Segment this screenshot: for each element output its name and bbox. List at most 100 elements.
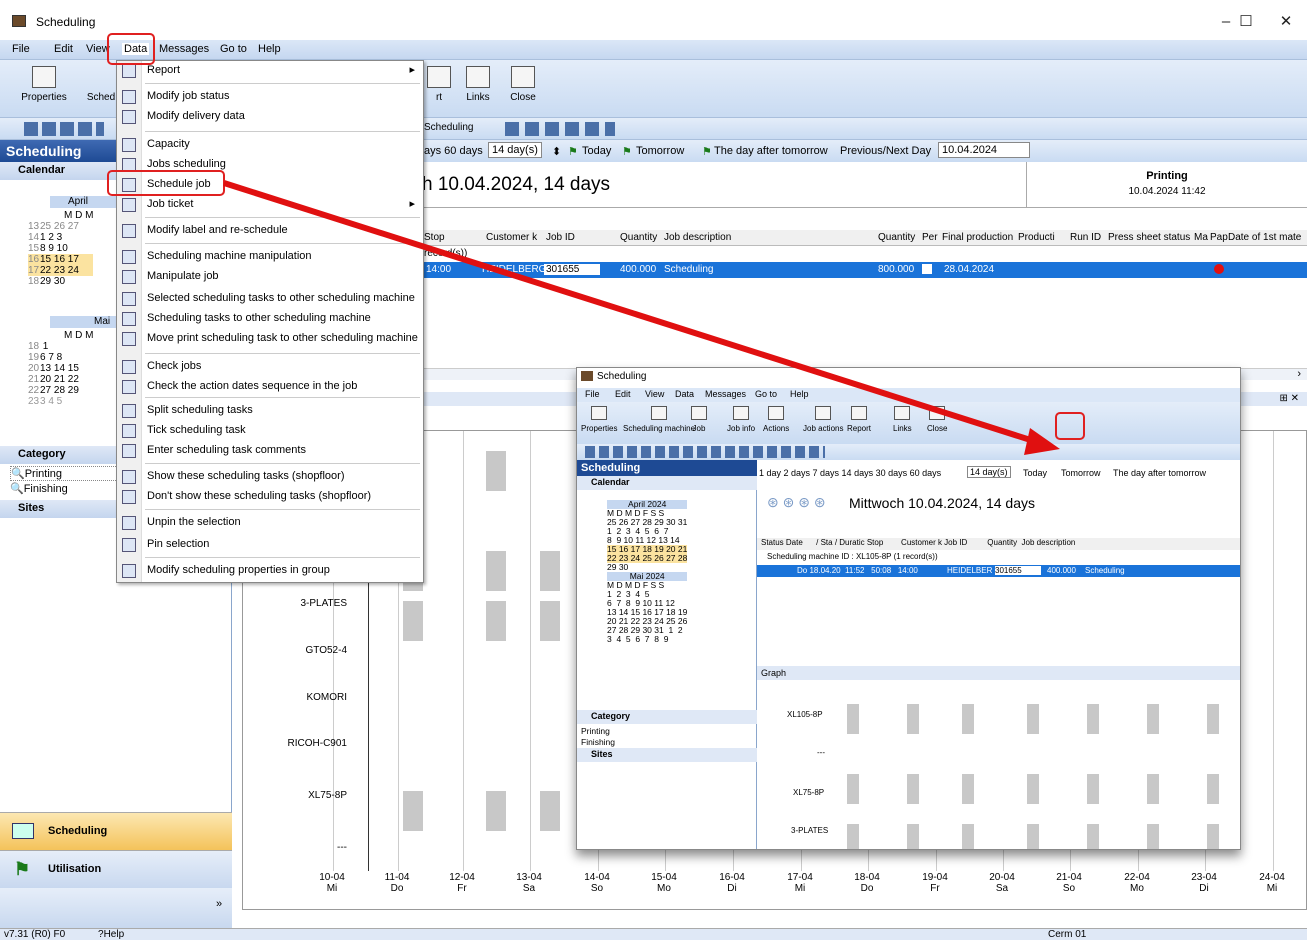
today-button[interactable]: Today xyxy=(582,145,611,157)
tomorrow-button[interactable]: Tomorrow xyxy=(636,145,684,157)
date-label: 17-04 Mi xyxy=(787,872,813,894)
tick-icon xyxy=(122,424,136,438)
menu-messages[interactable]: Messages xyxy=(159,43,209,55)
window-title: Scheduling xyxy=(36,15,96,29)
menu-help[interactable]: Help xyxy=(258,43,281,55)
nav-more[interactable]: » xyxy=(0,888,232,928)
menu-item[interactable]: Tick scheduling task xyxy=(117,421,423,441)
menu-item[interactable]: Scheduling tasks to other scheduling mac… xyxy=(117,309,423,329)
nav-scheduling[interactable]: Scheduling xyxy=(0,812,232,850)
status-dot-icon xyxy=(1214,264,1224,274)
links-button[interactable]: Links xyxy=(458,66,498,114)
report-button[interactable]: rt xyxy=(424,66,454,114)
menu-item[interactable]: Scheduling machine manipulation xyxy=(117,247,423,267)
date-label: 19-04 Fr xyxy=(922,872,948,894)
date-label: 23-04 Di xyxy=(1191,872,1217,894)
range-select[interactable]: 14 day(s) xyxy=(488,142,542,158)
menu-item[interactable]: Manipulate job xyxy=(117,267,423,287)
date-label: 16-04 Di xyxy=(719,872,745,894)
report-icon xyxy=(122,64,136,78)
date-label: 15-04 Mo xyxy=(651,872,677,894)
menu-item[interactable]: Modify label and re-schedule xyxy=(117,221,423,241)
checkbox[interactable] xyxy=(922,264,932,274)
menu-item[interactable]: Check the action dates sequence in the j… xyxy=(117,377,423,397)
check-icon xyxy=(122,360,136,374)
menu-item[interactable]: Don't show these scheduling tasks (shopf… xyxy=(117,487,423,507)
category-finishing[interactable]: 🔍Finishing xyxy=(10,482,68,495)
mai-calendar[interactable]: M D M 18 1 196 7 8 2013 14 15 2120 21 22… xyxy=(28,330,93,407)
machine-label: XL75-8P xyxy=(308,790,347,801)
machine-label: RICOH-C901 xyxy=(287,738,347,749)
delivery-icon xyxy=(122,110,136,124)
capacity-icon xyxy=(122,138,136,152)
machine-label: --- xyxy=(337,842,347,853)
category-printing[interactable]: 🔍Printing xyxy=(10,466,120,481)
menu-item[interactable]: Report ▸ xyxy=(117,61,423,81)
menu-item[interactable]: Modify delivery data xyxy=(117,107,423,127)
menu-item[interactable]: Capacity xyxy=(117,135,423,155)
menu-item[interactable]: Enter scheduling task comments xyxy=(117,441,423,461)
show-icon xyxy=(122,470,136,484)
day-after-button[interactable]: The day after tomorrow xyxy=(714,145,828,157)
title-bar: Scheduling – ☐ ✕ xyxy=(0,0,1307,40)
scheduling-dropdown[interactable]: Scheduling xyxy=(424,122,473,133)
date-label: 14-04 So xyxy=(584,872,610,894)
machine-label: KOMORI xyxy=(306,692,347,703)
ticket-icon xyxy=(122,198,136,212)
april-header[interactable]: April xyxy=(50,196,120,208)
scheduling-machine-button[interactable]: Sched xyxy=(86,66,116,114)
pin-icon xyxy=(122,538,136,552)
close-icon xyxy=(511,66,535,88)
manip-icon xyxy=(122,270,136,284)
sequence-icon xyxy=(122,380,136,394)
menu-item[interactable]: Pin selection xyxy=(117,535,423,555)
toolbar-icons[interactable] xyxy=(24,122,104,136)
report-icon xyxy=(427,66,451,88)
date-label: 20-04 Sa xyxy=(989,872,1015,894)
april-calendar[interactable]: M D M 1325 26 27 141 2 3 158 9 10 1615 1… xyxy=(28,210,94,287)
data-menu-dropdown: Report ▸ Modify job status Modify delivery … xyxy=(116,60,424,583)
hide-icon xyxy=(122,490,136,504)
date-label: 18-04 Do xyxy=(854,872,880,894)
help-link[interactable]: ?Help xyxy=(98,929,124,940)
menu-item[interactable]: Unpin the selection xyxy=(117,513,423,533)
close-toolbar-button[interactable]: Close xyxy=(503,66,543,114)
machine-label: GTO52-4 xyxy=(305,645,348,656)
menu-bar: File Edit View Data Messages Go to Help xyxy=(0,40,1307,60)
menu-item[interactable]: Job ticket ▸ xyxy=(117,195,423,215)
properties-button[interactable]: Properties xyxy=(14,66,74,114)
menu-edit[interactable]: Edit xyxy=(54,43,73,55)
unpin-icon xyxy=(122,516,136,530)
menu-item[interactable]: Move print scheduling task to other sche… xyxy=(117,329,423,349)
date-label: 11-04 Do xyxy=(384,872,410,894)
menu-item[interactable]: Modify scheduling properties in group xyxy=(117,561,423,581)
scheduling-icon xyxy=(12,823,34,839)
date-label: 21-04 So xyxy=(1056,872,1082,894)
maximize-button[interactable]: ☐ xyxy=(1226,8,1266,36)
menu-item[interactable]: Selected scheduling tasks to other sched… xyxy=(117,289,423,309)
menu-item[interactable]: Modify job status xyxy=(117,87,423,107)
date-label: 12-04 Fr xyxy=(449,872,475,894)
menu-goto[interactable]: Go to xyxy=(220,43,247,55)
mai-header[interactable]: Mai xyxy=(50,316,120,328)
date-label: 13-04 Sa xyxy=(516,872,542,894)
date-input[interactable]: 10.04.2024 xyxy=(938,142,1030,158)
app-icon xyxy=(12,15,26,27)
menu-item[interactable]: Split scheduling tasks xyxy=(117,401,423,421)
comment-icon xyxy=(122,444,136,458)
date-label: 24-04 Mi xyxy=(1259,872,1285,894)
move-icon xyxy=(122,292,136,306)
menu-item[interactable]: Check jobs xyxy=(117,357,423,377)
group-row[interactable]: record(s)) xyxy=(424,248,467,259)
schedule-job-highlight xyxy=(107,170,225,196)
menu-file[interactable]: File xyxy=(12,43,30,55)
toolbar2-icons[interactable] xyxy=(505,122,615,136)
menu-item[interactable]: Show these scheduling tasks (shopfloor) xyxy=(117,467,423,487)
prev-next-button[interactable]: Previous/Next Day xyxy=(840,145,931,157)
date-label: 10-04 Mi xyxy=(319,872,345,894)
nav-utilisation[interactable]: ⚑ Utilisation xyxy=(0,850,232,888)
range-options[interactable]: ays 60 days xyxy=(424,145,483,157)
date-label: 22-04 Mo xyxy=(1124,872,1150,894)
status-icon xyxy=(122,90,136,104)
close-button[interactable]: ✕ xyxy=(1266,8,1306,36)
